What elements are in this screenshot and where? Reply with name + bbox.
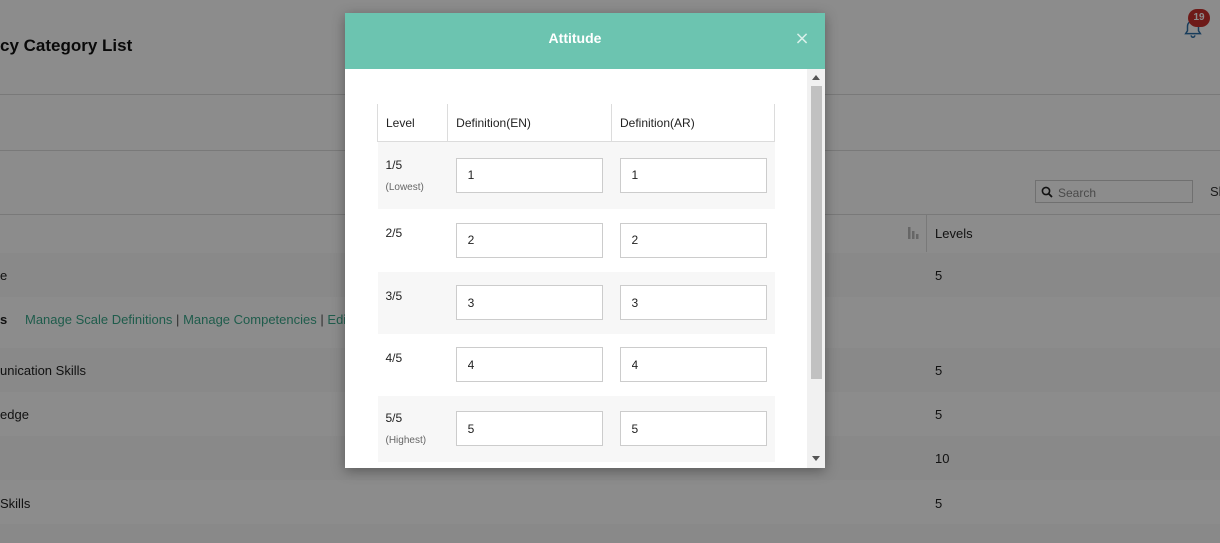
definition-ar-column-header: Definition(AR) (611, 104, 775, 142)
modal-title: Attitude (548, 30, 602, 46)
definition-ar-input[interactable] (619, 285, 767, 320)
modal-header: Attitude × (345, 13, 825, 69)
level-note: (Highest) (385, 435, 427, 446)
table-row: 3/5 (377, 271, 775, 334)
scroll-up-arrow-icon[interactable] (812, 75, 820, 80)
definition-en-input[interactable] (455, 411, 603, 446)
level-cell: 4/5 (377, 333, 448, 396)
definition-ar-input[interactable] (619, 157, 767, 193)
definition-ar-input[interactable] (619, 411, 767, 446)
table-row: 4/5 (377, 333, 775, 396)
scroll-down-arrow-icon[interactable] (812, 456, 820, 461)
definition-ar-input[interactable] (619, 222, 767, 258)
level-value: 2/5 (385, 225, 403, 240)
level-cell: 1/5 (Lowest) (377, 141, 448, 209)
definition-ar-input[interactable] (619, 347, 767, 382)
table-row: 1/5 (Lowest) (377, 141, 775, 209)
table-row: 2/5 (377, 208, 775, 272)
level-value: 3/5 (385, 288, 403, 303)
modal-body: Level Definition(EN) Definition(AR) 1/5 … (345, 69, 807, 468)
definition-en-input[interactable] (455, 285, 603, 320)
level-definitions-table: Level Definition(EN) Definition(AR) 1/5 … (376, 104, 775, 462)
level-cell: 2/5 (377, 208, 448, 272)
definition-en-column-header: Definition(EN) (447, 104, 612, 142)
table-row: 5/5 (Highest) (377, 395, 775, 462)
modal-scrollbar[interactable] (807, 69, 825, 468)
level-value: 4/5 (385, 350, 403, 365)
level-value: 1/5 (385, 157, 403, 172)
scale-definitions-modal: Attitude × Level Definition(EN) Definiti… (345, 13, 825, 468)
level-value: 5/5 (385, 411, 403, 425)
level-cell: 3/5 (377, 271, 448, 334)
level-note: (Lowest) (385, 181, 424, 193)
close-icon[interactable]: × (793, 30, 811, 48)
definition-en-input[interactable] (455, 347, 603, 382)
level-column-header: Level (376, 104, 449, 142)
level-cell: 5/5 (Highest) (377, 395, 448, 462)
definition-en-input[interactable] (455, 157, 603, 193)
scrollbar-thumb[interactable] (811, 86, 822, 379)
definition-en-input[interactable] (455, 222, 603, 258)
